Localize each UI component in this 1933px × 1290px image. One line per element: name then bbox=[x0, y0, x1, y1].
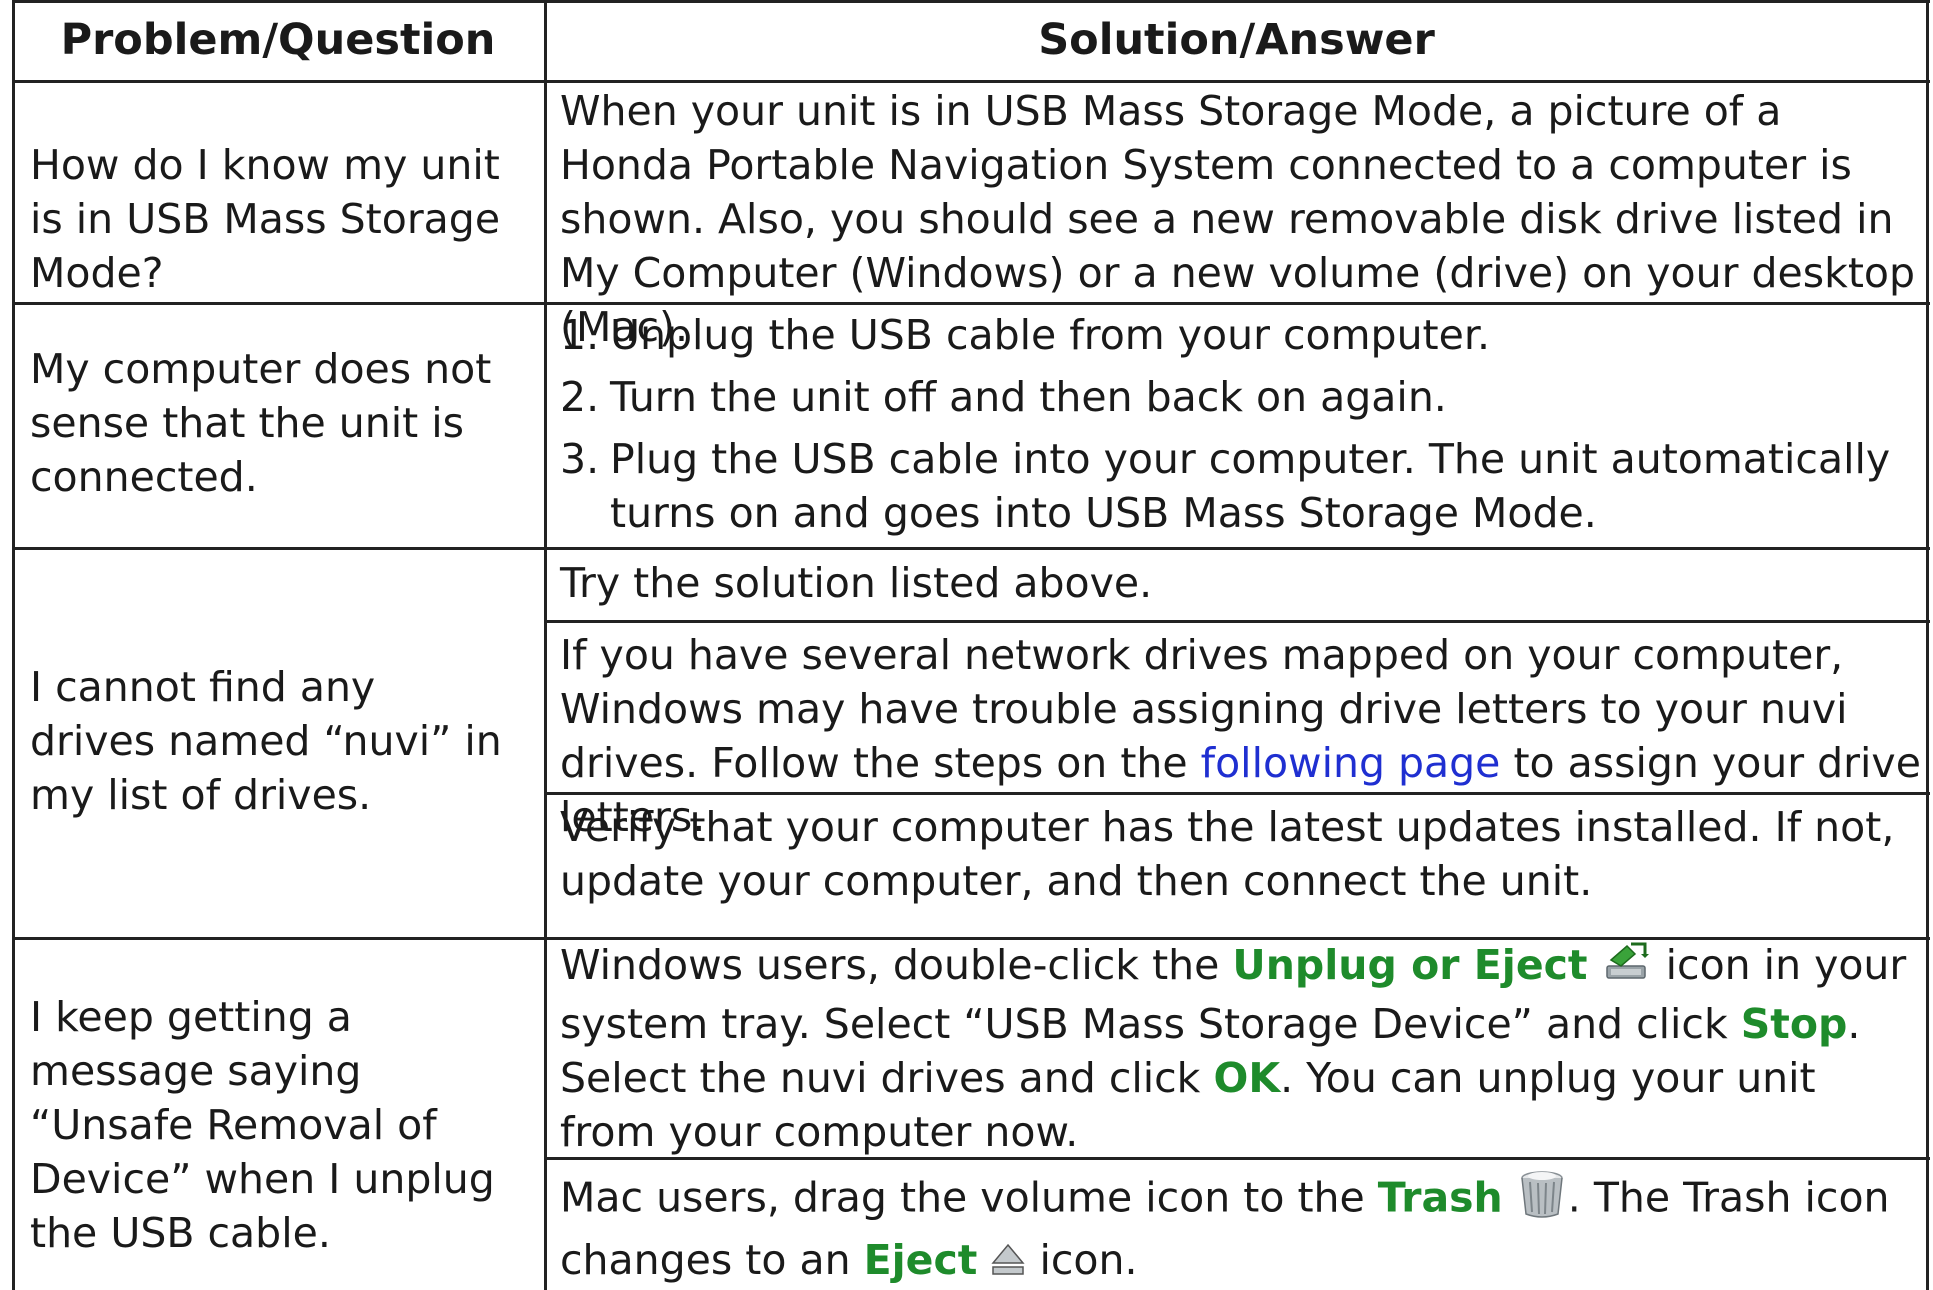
table-border-left bbox=[12, 0, 15, 1290]
following-page-link[interactable]: following page bbox=[1201, 739, 1501, 787]
step-text: Turn the unit off and then back on again… bbox=[610, 373, 1447, 421]
stop-label: Stop bbox=[1740, 999, 1848, 1048]
unplug-eject-icon bbox=[1601, 940, 1653, 997]
row-rule-2 bbox=[12, 547, 1930, 550]
subrow-rule-3a bbox=[544, 620, 1930, 623]
question-4: I keep getting a message saying “Unsafe … bbox=[30, 993, 495, 1257]
unplug-eject-label: Unplug or Eject bbox=[1232, 941, 1588, 989]
trash-label: Trash bbox=[1377, 1173, 1503, 1222]
faq-table: Problem/Question Solution/Answer How do … bbox=[12, 0, 1930, 1290]
step-3: 3. Plug the USB cable into your computer… bbox=[560, 432, 1922, 540]
answer-4-mac: Mac users, drag the volume icon to the T… bbox=[560, 1168, 1922, 1290]
table-border-right bbox=[1926, 0, 1929, 1290]
header-problem: Problem/Question bbox=[60, 15, 496, 65]
answer-4-windows: Windows users, double-click the Unplug o… bbox=[560, 938, 1922, 1159]
step-number: 3. bbox=[560, 435, 600, 483]
column-divider bbox=[544, 0, 547, 1290]
step-text: Unplug the USB cable from your computer. bbox=[610, 311, 1490, 359]
step-2: 2. Turn the unit off and then back on ag… bbox=[560, 370, 1922, 424]
question-3: I cannot find any drives named “nuvi” in… bbox=[30, 663, 502, 819]
mac-text-1: Mac users, drag the volume icon to the bbox=[560, 1173, 1378, 1222]
header-rule bbox=[12, 80, 1930, 83]
trash-icon bbox=[1516, 1168, 1568, 1233]
step-number: 1. bbox=[560, 311, 600, 359]
step-1: 1. Unplug the USB cable from your comput… bbox=[560, 308, 1922, 362]
mac-text-3: icon. bbox=[1026, 1236, 1138, 1284]
windows-text-1: Windows users, double-click the bbox=[560, 941, 1233, 989]
answer-3a: Try the solution listed above. bbox=[560, 559, 1153, 607]
header-solution: Solution/Answer bbox=[1038, 15, 1435, 65]
question-1: How do I know my unit is in USB Mass Sto… bbox=[30, 141, 501, 297]
step-number: 2. bbox=[560, 373, 600, 421]
eject-label: Eject bbox=[863, 1236, 978, 1284]
answer-3c: Verify that your computer has the latest… bbox=[560, 803, 1895, 905]
step-text: Plug the USB cable into your computer. T… bbox=[610, 435, 1891, 537]
answer-2-steps: 1. Unplug the USB cable from your comput… bbox=[560, 308, 1922, 540]
eject-icon bbox=[990, 1236, 1026, 1290]
ok-label: OK bbox=[1213, 1053, 1281, 1102]
question-2: My computer does not sense that the unit… bbox=[30, 345, 492, 501]
